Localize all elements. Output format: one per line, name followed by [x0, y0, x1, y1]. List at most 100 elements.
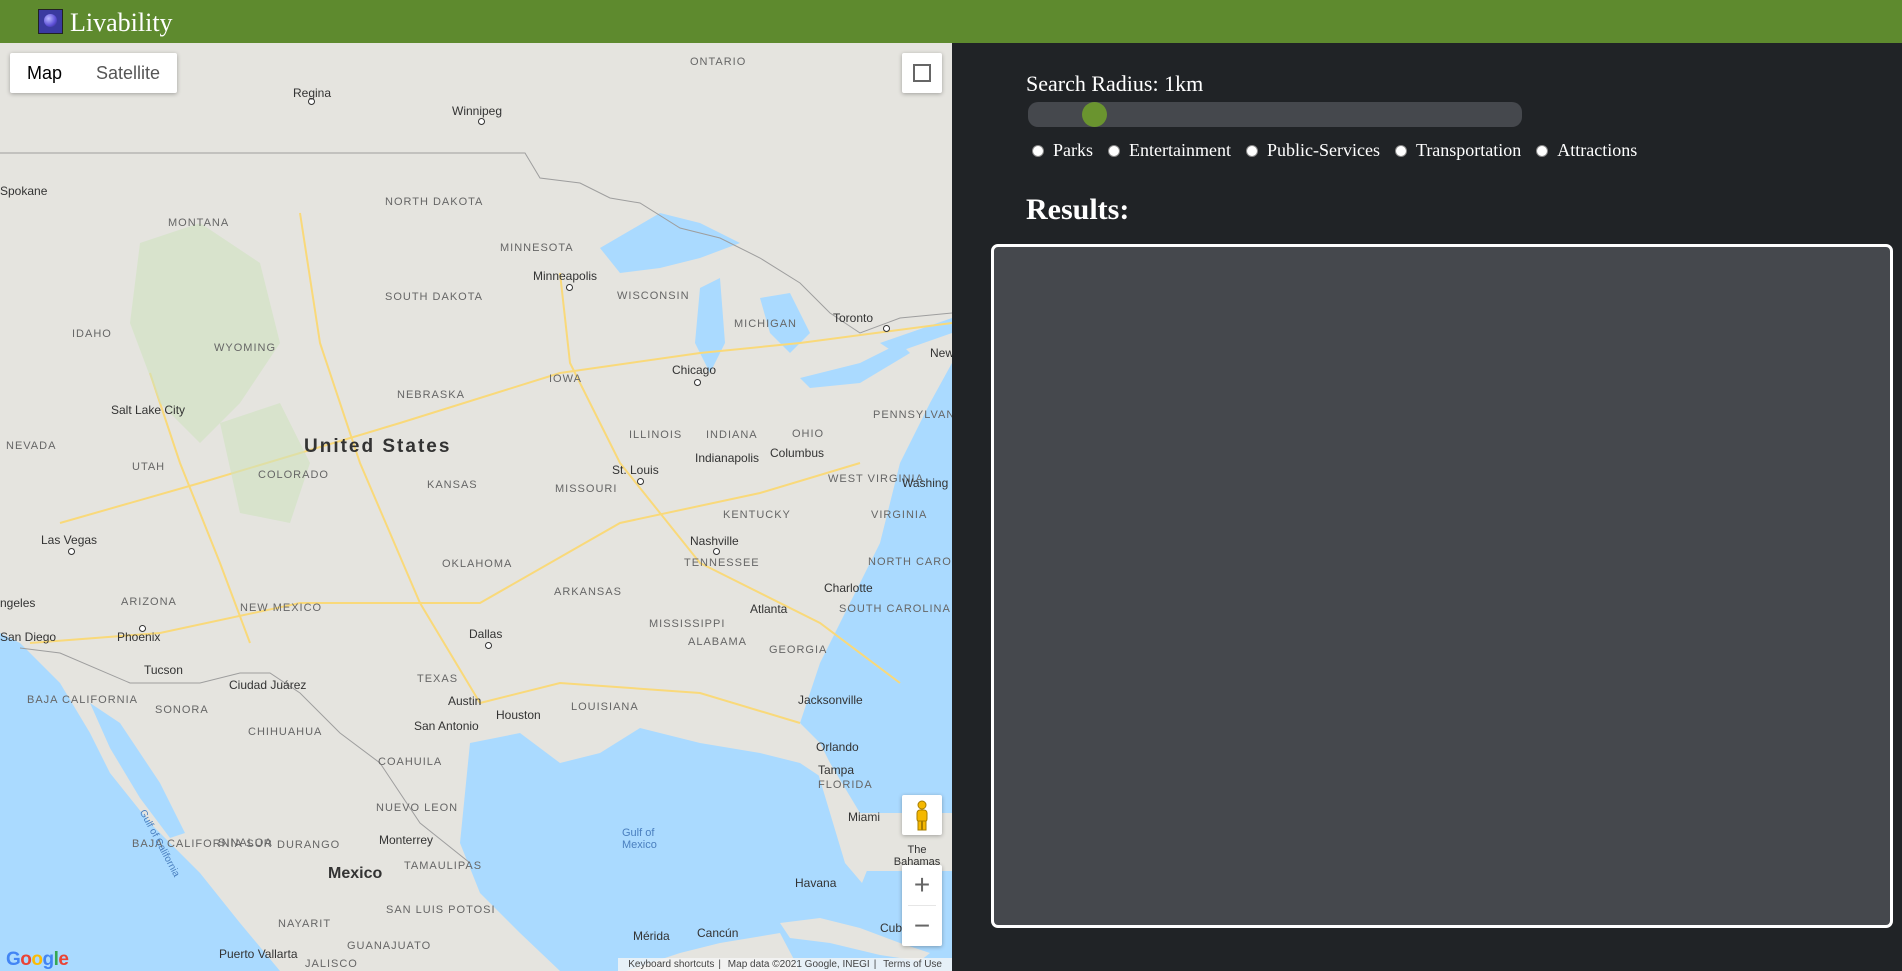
- state-label: TEXAS: [417, 673, 459, 685]
- city-dot: [485, 642, 492, 649]
- state-label: COLORADO: [258, 469, 329, 481]
- state-label: ARKANSAS: [554, 586, 622, 598]
- state-label: CHIHUAHUA: [248, 726, 323, 738]
- city-label: Jacksonville: [798, 693, 863, 707]
- city-label: Tampa: [818, 763, 855, 777]
- country-label: United States: [304, 436, 452, 457]
- map-attribution: Keyboard shortcuts | Map data ©2021 Googl…: [618, 958, 952, 971]
- category-entertainment[interactable]: Entertainment: [1108, 140, 1231, 161]
- map-type-map-button[interactable]: Map: [10, 53, 79, 93]
- radio-icon[interactable]: [1032, 144, 1044, 157]
- city-label: Winnipeg: [452, 104, 503, 118]
- state-label: MINNESOTA: [500, 242, 574, 254]
- map-type-satellite-button[interactable]: Satellite: [79, 53, 177, 93]
- category-attractions[interactable]: Attractions: [1536, 140, 1637, 161]
- fullscreen-icon: [921, 72, 931, 82]
- city-label: Spokane: [0, 184, 48, 198]
- city-dot: [694, 379, 701, 386]
- city-label: Orlando: [816, 740, 859, 754]
- city-label: Indianapolis: [695, 451, 760, 465]
- radio-icon[interactable]: [1245, 144, 1258, 157]
- state-label: GEORGIA: [769, 644, 828, 656]
- results-box[interactable]: [991, 244, 1893, 928]
- state-label: NEVADA: [6, 440, 57, 452]
- keyboard-shortcuts-link[interactable]: Keyboard shortcuts: [628, 959, 714, 970]
- fullscreen-button[interactable]: [902, 53, 942, 93]
- state-label: BAJA CALIFORNIA: [27, 694, 138, 706]
- slider-thumb[interactable]: [1081, 102, 1107, 127]
- category-label: Attractions: [1557, 140, 1638, 160]
- city-label: Toronto: [833, 311, 874, 325]
- state-label: NORTH CAROLINA: [868, 556, 952, 568]
- city-label: St. Louis: [612, 463, 659, 477]
- city-label: Tucson: [144, 663, 183, 677]
- city-label: New: [930, 346, 952, 360]
- category-label: Entertainment: [1129, 140, 1231, 160]
- state-label: NAYARIT: [278, 918, 332, 930]
- pegman-icon: [916, 800, 928, 831]
- state-label: SOUTH DAKOTA: [385, 291, 483, 303]
- radio-icon[interactable]: [1108, 144, 1120, 157]
- search-radius-slider[interactable]: [1028, 102, 1522, 127]
- city-label: Salt Lake City: [111, 403, 186, 417]
- city-label: Las Vegas: [41, 533, 98, 547]
- state-label: SONORA: [155, 704, 209, 716]
- city-label: Charlotte: [824, 581, 873, 595]
- city-label: Houston: [496, 708, 541, 722]
- state-label: LOUISIANA: [571, 701, 639, 713]
- category-options: Parks Entertainment Public-Services Tran…: [1032, 140, 1652, 161]
- state-label: COAHUILA: [378, 756, 443, 768]
- terms-of-use-link[interactable]: Terms of Use: [883, 959, 942, 970]
- state-label: INDIANA: [706, 429, 758, 441]
- city-label: Chicago: [672, 363, 717, 377]
- city-label: San Diego: [0, 630, 57, 644]
- state-label: TENNESSEE: [684, 557, 760, 569]
- city-dot: [566, 284, 573, 291]
- category-transportation[interactable]: Transportation: [1394, 140, 1522, 161]
- zoom-in-button[interactable]: +: [902, 865, 942, 905]
- map-type-control: Map Satellite: [10, 53, 178, 93]
- brand-title[interactable]: Livability: [70, 8, 173, 38]
- city-label: Regina: [293, 86, 332, 100]
- state-label: KENTUCKY: [723, 509, 791, 521]
- map-view[interactable]: ONTARIO NORTH DAKOTA MINNESOTA MONTANA S…: [0, 43, 952, 971]
- city-label: Phoenix: [117, 630, 161, 644]
- top-bar: Livability: [0, 0, 1902, 43]
- city-label: Cancún: [697, 926, 739, 940]
- category-parks[interactable]: Parks: [1032, 140, 1093, 161]
- category-label: Public-Services: [1266, 140, 1380, 160]
- city-dot: [883, 325, 890, 332]
- state-label: WYOMING: [214, 342, 276, 354]
- radio-icon[interactable]: [1394, 144, 1407, 157]
- category-label: Transportation: [1415, 140, 1522, 160]
- state-label: SAN LUIS POTOSI: [386, 904, 496, 916]
- state-label: NORTH DAKOTA: [385, 196, 484, 208]
- street-view-pegman-button[interactable]: [902, 795, 942, 835]
- state-label: MISSISSIPPI: [649, 618, 726, 630]
- globe-logo-icon[interactable]: [38, 9, 63, 34]
- search-panel: Search Radius: 1km Parks Entertainment P…: [952, 43, 1902, 971]
- state-label: MICHIGAN: [734, 318, 797, 330]
- category-public-services[interactable]: Public-Services: [1245, 140, 1380, 161]
- radio-icon[interactable]: [1536, 144, 1549, 157]
- results-title: Results:: [1026, 193, 1130, 226]
- state-label: TAMAULIPAS: [404, 860, 483, 872]
- city-label: Minneapolis: [533, 269, 598, 283]
- city-label: Miami: [848, 810, 880, 824]
- city-dot: [68, 548, 75, 555]
- state-label: ONTARIO: [690, 56, 747, 68]
- zoom-out-button[interactable]: −: [902, 906, 942, 946]
- state-label: OKLAHOMA: [442, 558, 513, 570]
- city-label: Ciudad Juárez: [229, 678, 307, 692]
- city-label: San Antonio: [414, 719, 479, 733]
- city-dot: [637, 478, 644, 485]
- water-label: Gulf of Mexico: [622, 827, 657, 851]
- city-label: Monterrey: [379, 833, 434, 847]
- state-label: VIRGINIA: [871, 509, 928, 521]
- city-label: Washing: [902, 476, 949, 490]
- city-label: Cub: [880, 921, 903, 935]
- city-label: Austin: [448, 694, 482, 708]
- state-label: KANSAS: [427, 479, 478, 491]
- google-logo[interactable]: Google: [6, 949, 69, 971]
- zoom-control: + −: [902, 865, 942, 946]
